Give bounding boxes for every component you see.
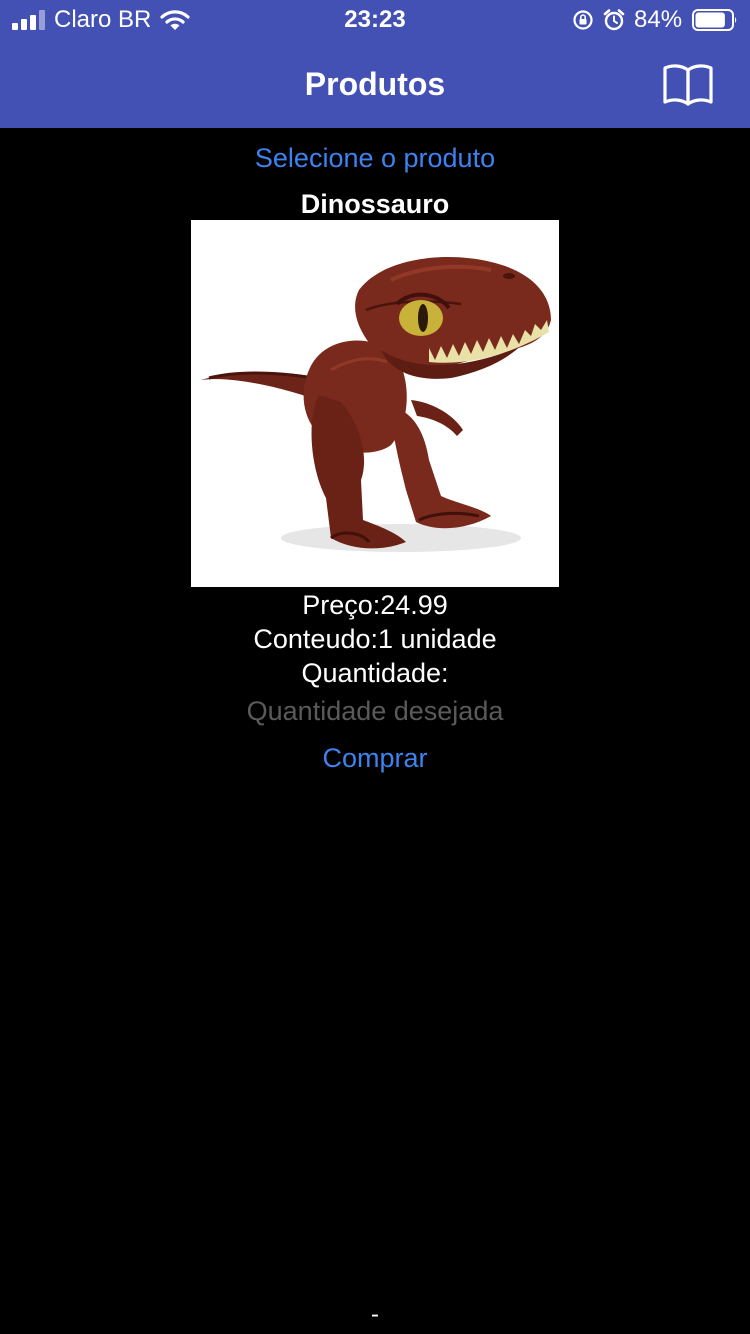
navigation-bar: Claro BR 23:23 84% Produtos (0, 0, 750, 128)
quantity-input[interactable] (175, 692, 575, 730)
buy-button[interactable]: Comprar (275, 736, 475, 780)
product-name: Dinossauro (300, 189, 450, 219)
footer-dash: - (371, 1301, 379, 1328)
orientation-lock-icon (573, 10, 593, 30)
status-bar: Claro BR 23:23 84% (0, 0, 750, 40)
battery-percentage: 84% (634, 6, 683, 33)
dinosaur-toy-image (191, 220, 559, 587)
alarm-icon (603, 9, 625, 31)
price-text: Preço:24.99 (302, 590, 448, 620)
select-product-button[interactable]: Selecione o produto (0, 138, 750, 178)
page-title: Produtos (304, 66, 446, 102)
book-icon[interactable] (660, 62, 716, 108)
battery-icon (692, 9, 737, 31)
quantity-label: Quantidade: (301, 658, 449, 688)
product-screen: Claro BR 23:23 84% Produtos Selecione o … (0, 0, 750, 1334)
content-text: Conteudo:1 unidade (253, 624, 497, 654)
